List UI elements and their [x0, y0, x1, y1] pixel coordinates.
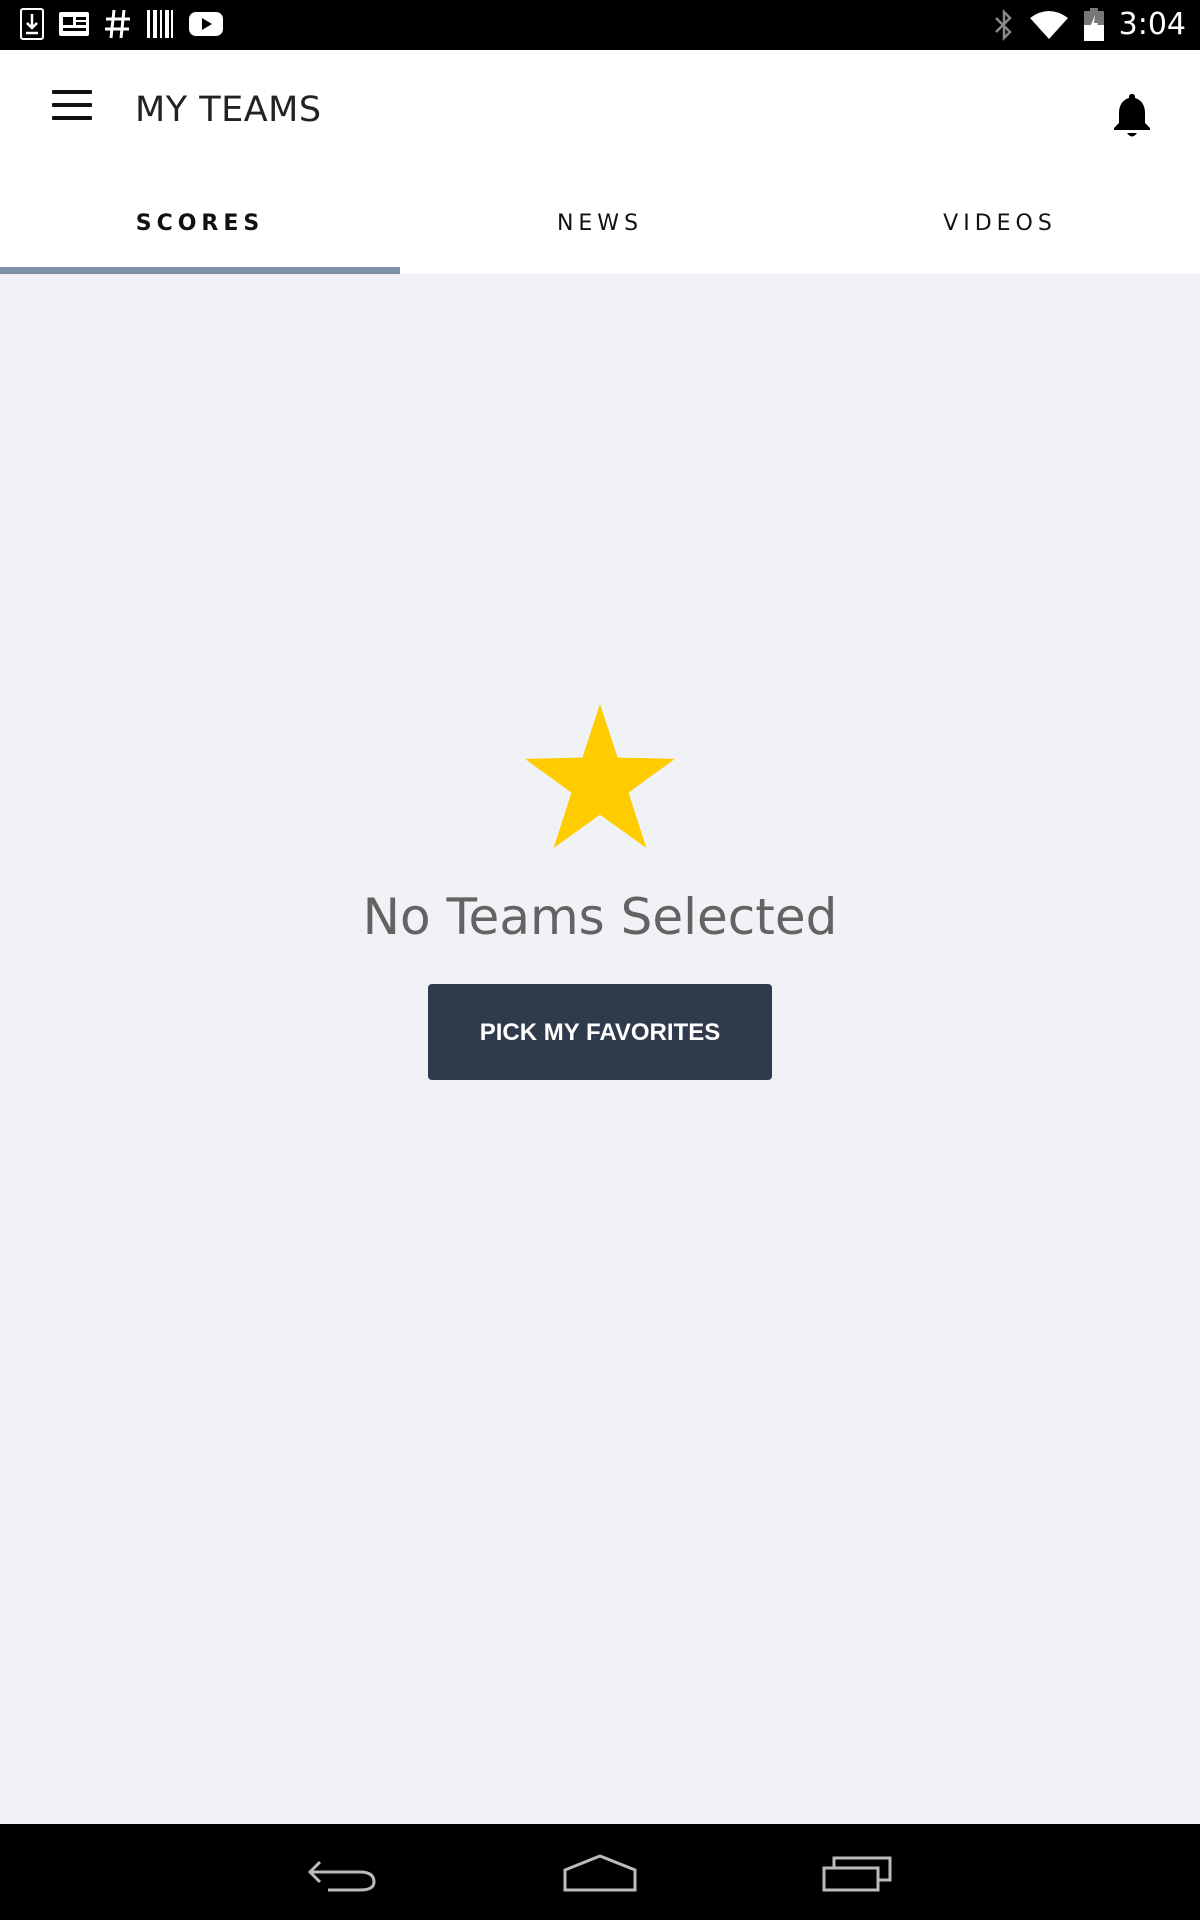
bell-icon: [1114, 94, 1150, 137]
app-bar: MY TEAMS: [0, 50, 1200, 174]
menu-icon-line: [52, 90, 92, 94]
empty-state: No Teams Selected PICK MY FAVORITES: [0, 704, 1200, 1080]
tab-videos[interactable]: VIDEOS: [800, 174, 1200, 274]
back-icon: [307, 1860, 376, 1892]
system-nav-bar: [0, 1824, 1200, 1920]
status-bar: 3:04: [0, 0, 1200, 50]
tab-scores[interactable]: SCORES: [0, 174, 400, 274]
tab-bar: SCORES NEWS VIDEOS: [0, 174, 1200, 274]
empty-state-title: No Teams Selected: [362, 888, 838, 946]
menu-icon-line: [52, 103, 92, 107]
barcode-icon: [147, 10, 173, 38]
pick-favorites-button[interactable]: PICK MY FAVORITES: [428, 984, 772, 1080]
home-button[interactable]: [555, 1844, 645, 1900]
download-icon: [20, 8, 44, 40]
scores-content: No Teams Selected PICK MY FAVORITES: [0, 274, 1200, 1824]
news-icon: [59, 12, 89, 36]
recents-button[interactable]: [812, 1844, 902, 1900]
home-icon: [563, 1854, 637, 1892]
battery-icon: [1083, 8, 1104, 41]
notifications-button[interactable]: [1106, 90, 1158, 142]
system-icons: 3:04: [993, 6, 1186, 44]
menu-icon-line: [52, 116, 92, 120]
bluetooth-icon: [994, 8, 1012, 42]
tab-selected-indicator: [0, 267, 400, 274]
hashtag-icon: [105, 9, 130, 39]
star-icon: [525, 704, 675, 848]
status-time: 3:04: [1118, 7, 1186, 42]
tab-news[interactable]: NEWS: [400, 174, 800, 274]
wifi-icon: [1029, 11, 1068, 39]
youtube-icon: [189, 12, 223, 36]
page-title: MY TEAMS: [135, 90, 322, 130]
tab-label: NEWS: [556, 211, 644, 236]
tab-label: SCORES: [135, 211, 265, 236]
menu-button[interactable]: [40, 90, 104, 140]
back-button[interactable]: [298, 1844, 388, 1900]
tab-label: VIDEOS: [943, 211, 1057, 236]
recents-icon: [822, 1856, 892, 1892]
notification-icons: [20, 8, 224, 40]
